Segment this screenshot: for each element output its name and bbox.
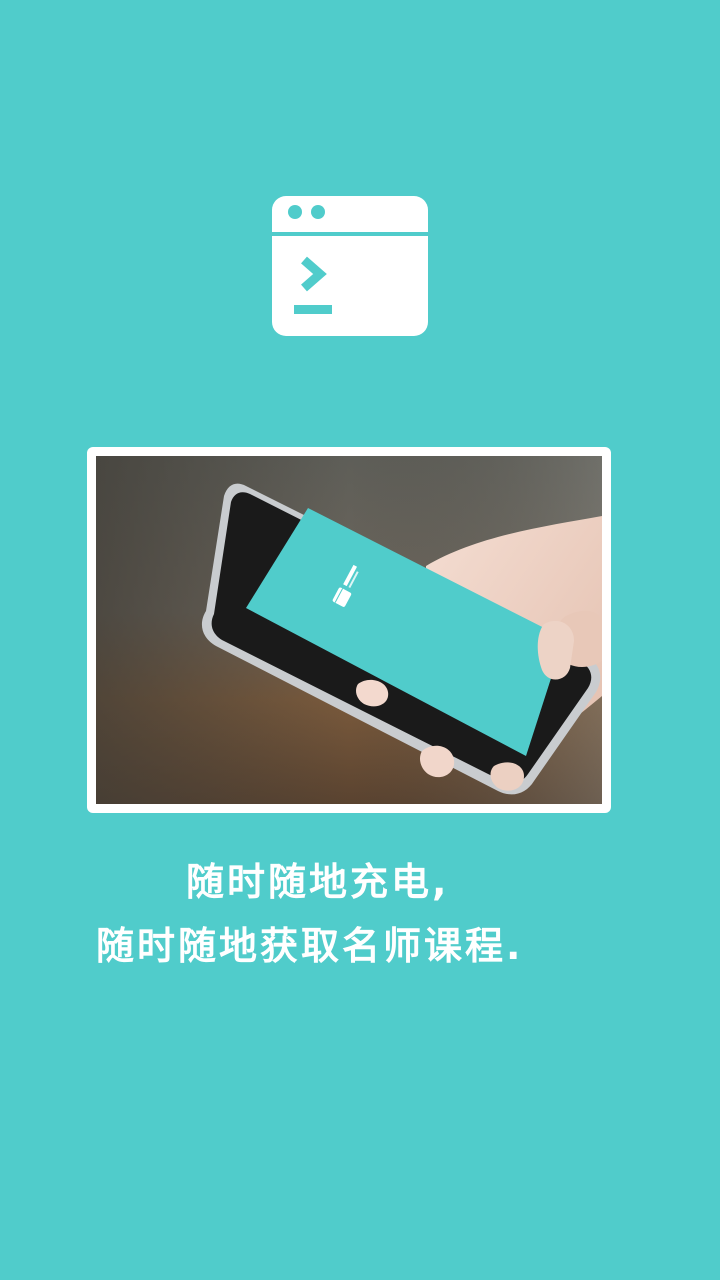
caption-line-1: 随时随地充电, (186, 860, 450, 904)
terminal-window-icon (272, 196, 428, 336)
photo-frame (87, 447, 611, 813)
caption-line-2: 随时随地获取名师课程. (96, 924, 524, 968)
hand-holding-phone-photo (96, 456, 602, 804)
splash-caption: 随时随地充电, 随时随地获取名师课程. (0, 850, 720, 978)
